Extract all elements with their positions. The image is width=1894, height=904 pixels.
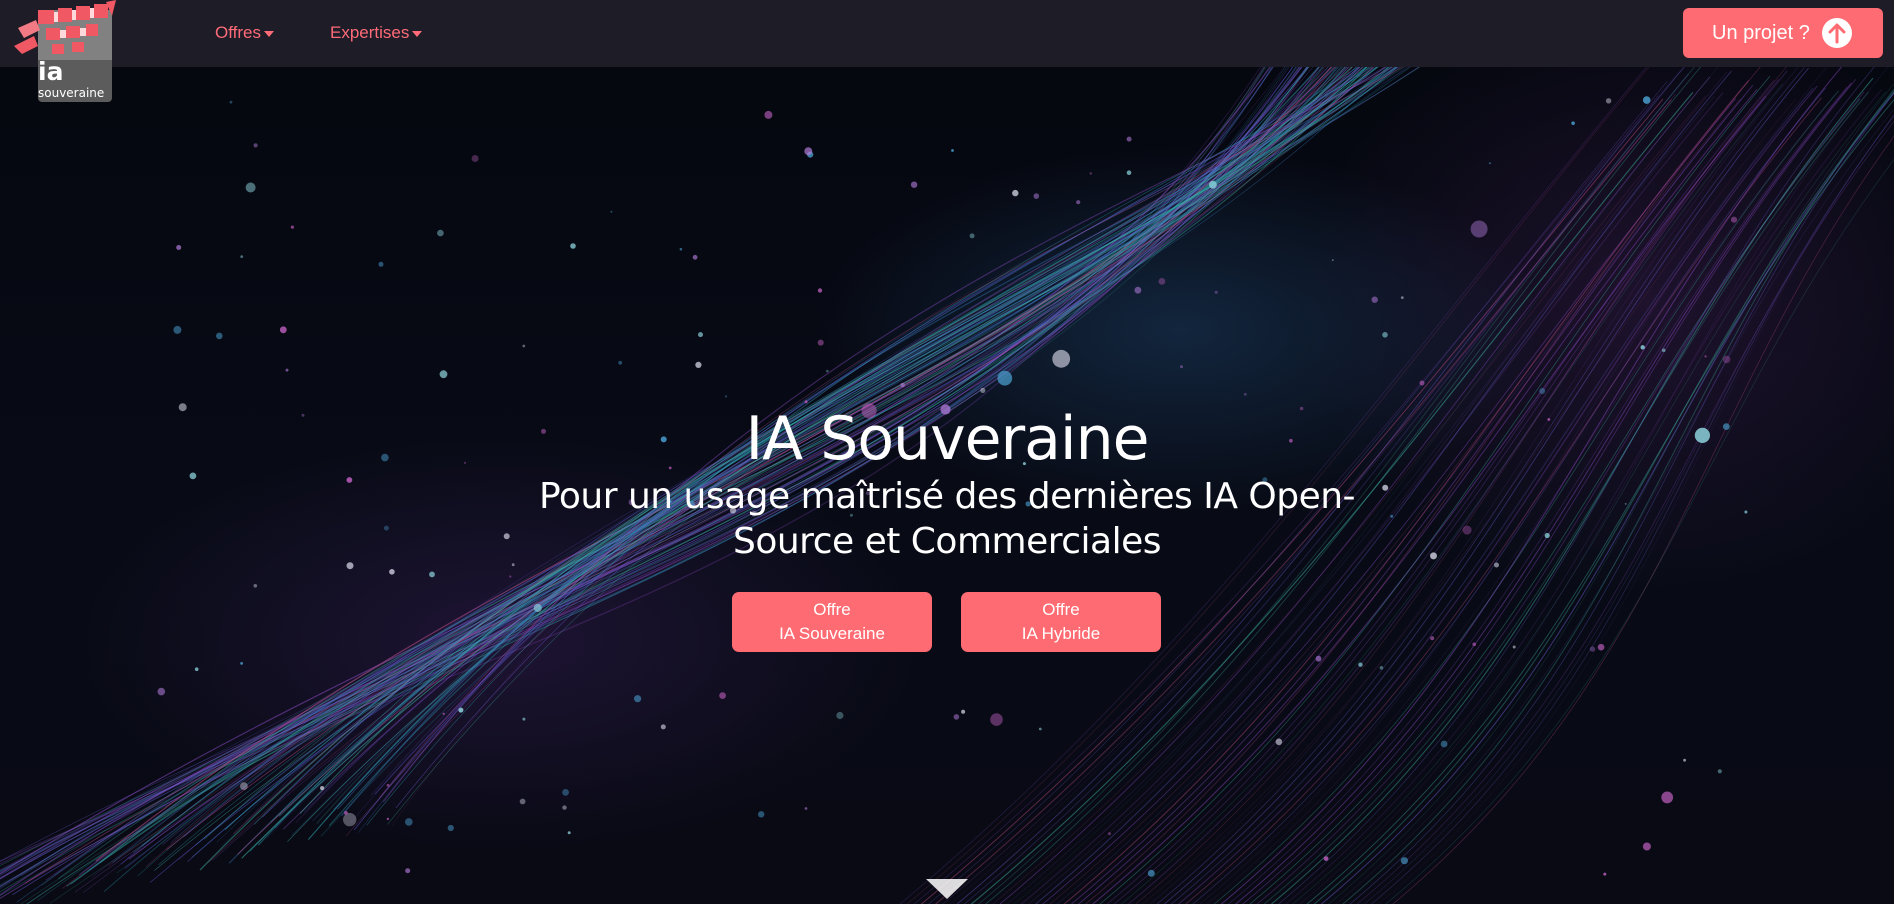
triangle-down-icon[interactable] bbox=[926, 879, 968, 899]
offer-ia-hybride-button[interactable]: Offre IA Hybride bbox=[961, 592, 1161, 652]
page: ia souveraine Offres Expertises Un proje… bbox=[0, 0, 1894, 904]
navbar bbox=[0, 0, 1894, 67]
button-line-2: IA Hybride bbox=[1021, 624, 1101, 643]
cta-label: Un projet ? bbox=[1712, 22, 1810, 44]
arrow-up-circle-icon bbox=[1822, 18, 1852, 48]
caret-down-icon bbox=[263, 31, 274, 37]
logo-wordmark-ia: ia bbox=[38, 57, 64, 86]
project-cta-button[interactable]: Un projet ? bbox=[1683, 8, 1883, 58]
nav-item-label: Offres bbox=[215, 23, 261, 42]
nav-item-expertises[interactable]: Expertises bbox=[330, 22, 423, 44]
button-line-2: IA Souveraine bbox=[779, 624, 885, 643]
hero-title: IA Souveraine bbox=[745, 404, 1149, 474]
caret-down-icon bbox=[412, 31, 423, 37]
nav-item-label: Expertises bbox=[330, 23, 410, 42]
button-line-1: Offre bbox=[1042, 600, 1080, 619]
offer-ia-souveraine-button[interactable]: Offre IA Souveraine bbox=[732, 592, 932, 652]
nav-item-offres[interactable]: Offres bbox=[215, 22, 274, 44]
hero-subtitle: Pour un usage maîtrisé des dernières IA … bbox=[538, 476, 1356, 562]
logo-wordmark-souveraine: souveraine bbox=[38, 86, 105, 100]
site-logo[interactable]: ia souveraine bbox=[12, 0, 122, 106]
button-line-1: Offre bbox=[813, 600, 851, 619]
